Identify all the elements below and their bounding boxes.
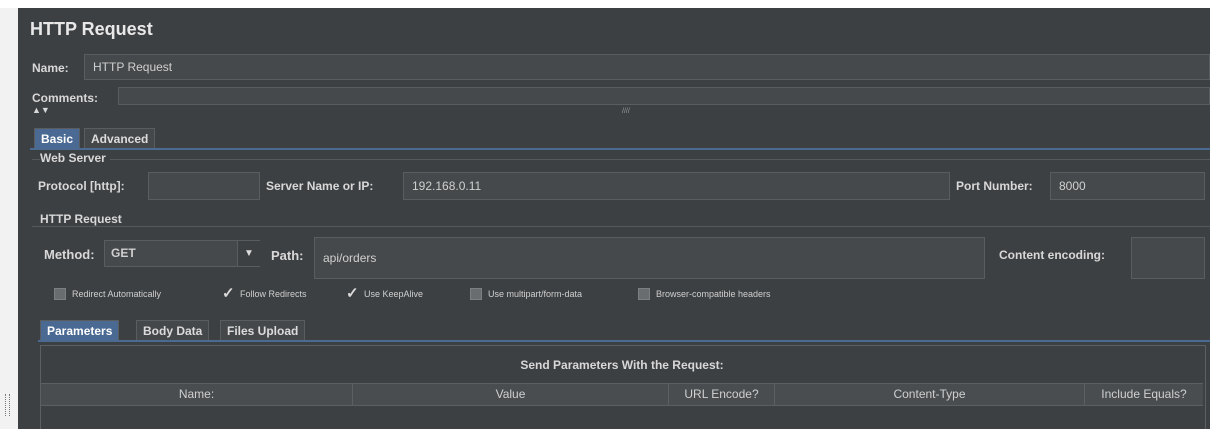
collapse-toggle-icon[interactable]: ▲▼	[32, 105, 50, 115]
option-label: Redirect Automatically	[72, 289, 162, 299]
sub-tab-separator	[38, 340, 1210, 342]
checkbox-icon	[54, 288, 66, 300]
column-header-value[interactable]: Value	[353, 384, 669, 405]
left-gutter	[0, 8, 18, 429]
method-label: Method:	[44, 247, 95, 262]
splitter-grip-icon[interactable]: ////	[622, 108, 630, 115]
redirect-automatically-checkbox[interactable]: Redirect Automatically	[54, 288, 161, 300]
server-name-input[interactable]: 192.168.0.11	[403, 172, 950, 200]
browser-compatible-headers-checkbox[interactable]: Browser-compatible headers	[638, 288, 771, 300]
name-input[interactable]: HTTP Request	[84, 54, 1210, 80]
checkbox-icon	[470, 288, 482, 300]
use-multipart-checkbox[interactable]: Use multipart/form-data	[470, 288, 582, 300]
option-label: Use KeepAlive	[364, 289, 424, 299]
resize-grip-icon[interactable]	[5, 394, 10, 416]
http-request-panel: HTTP Request Name: HTTP Request Comments…	[18, 8, 1210, 429]
tab-advanced[interactable]: Advanced	[84, 128, 156, 148]
content-encoding-input[interactable]	[1131, 237, 1205, 279]
option-label: Browser-compatible headers	[656, 289, 771, 299]
use-keepalive-checkbox[interactable]: ✓ Use KeepAlive	[346, 285, 424, 302]
http-request-section-title: HTTP Request	[40, 212, 126, 226]
parameters-caption: Send Parameters With the Request:	[520, 358, 724, 372]
protocol-input[interactable]	[148, 172, 260, 200]
port-number-input[interactable]: 8000	[1050, 172, 1205, 200]
tab-separator	[30, 148, 1210, 150]
comments-label: Comments:	[32, 91, 99, 105]
path-label: Path:	[271, 248, 304, 263]
tab-basic[interactable]: Basic	[34, 128, 81, 148]
chevron-down-icon[interactable]: ▼	[237, 241, 260, 266]
follow-redirects-checkbox[interactable]: ✓ Follow Redirects	[222, 285, 307, 302]
tab-parameters[interactable]: Parameters	[40, 320, 120, 340]
tab-files-upload[interactable]: Files Upload	[220, 320, 306, 340]
column-header-url-encode[interactable]: URL Encode?	[669, 384, 775, 405]
server-name-label: Server Name or IP:	[266, 179, 374, 193]
web-server-border	[32, 159, 1210, 160]
parameters-table-header: Name: Value URL Encode? Content-Type Inc…	[41, 383, 1203, 406]
http-request-border	[32, 226, 1210, 227]
name-label: Name:	[32, 61, 69, 75]
port-number-label: Port Number:	[956, 179, 1033, 193]
column-header-name[interactable]: Name:	[41, 384, 353, 405]
panel-title: HTTP Request	[30, 19, 153, 39]
comments-input[interactable]	[118, 87, 1210, 105]
path-input[interactable]: api/orders	[314, 237, 985, 279]
column-header-content-type[interactable]: Content-Type	[775, 384, 1085, 405]
checkmark-icon: ✓	[346, 285, 359, 302]
web-server-title: Web Server	[40, 151, 110, 165]
column-header-include-equals[interactable]: Include Equals?	[1085, 384, 1203, 405]
option-label: Use multipart/form-data	[488, 289, 583, 299]
protocol-label: Protocol [http]:	[38, 179, 125, 193]
tab-body-data[interactable]: Body Data	[136, 320, 210, 340]
option-label: Follow Redirects	[240, 289, 307, 299]
content-encoding-label: Content encoding:	[999, 248, 1105, 262]
checkbox-icon	[638, 288, 650, 300]
checkmark-icon: ✓	[222, 285, 235, 302]
